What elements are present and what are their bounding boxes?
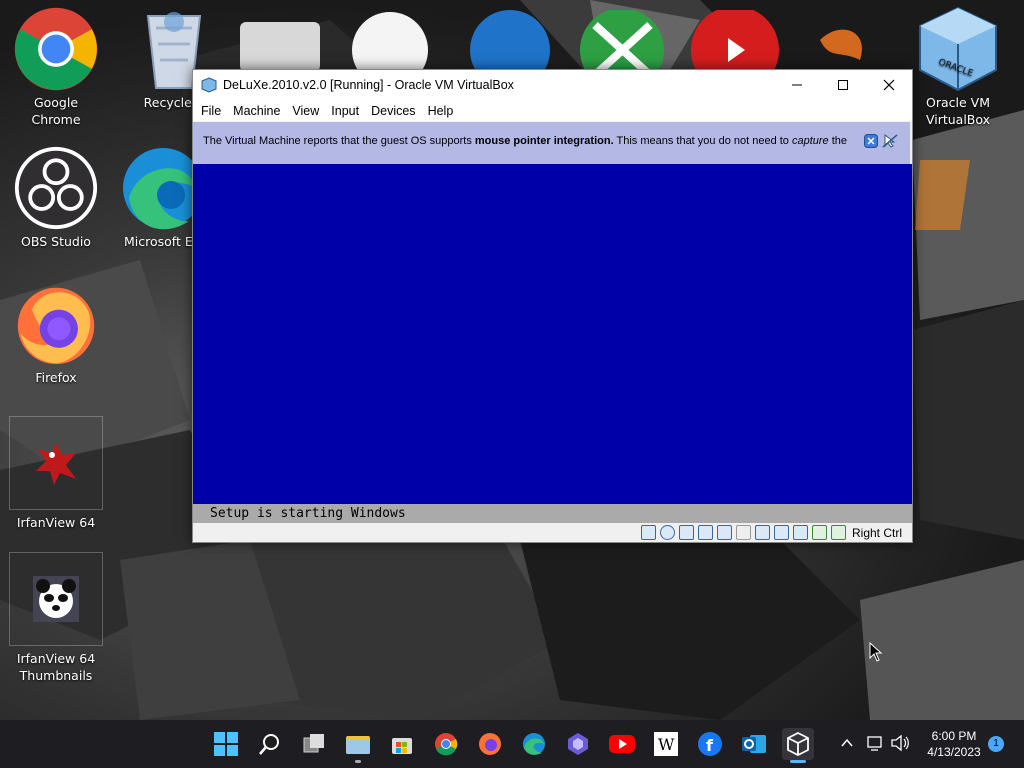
clock-date: 4/13/2023	[927, 745, 981, 759]
taskbar-firefox-button[interactable]	[474, 728, 506, 760]
menu-bar: File Machine View Input Devices Help	[193, 100, 912, 121]
desktop-icon-firefox[interactable]: Firefox	[8, 281, 104, 386]
network-status-icon[interactable]	[866, 734, 884, 752]
volume-icon[interactable]	[890, 734, 910, 752]
clock-time: 6:00 PM	[931, 729, 977, 743]
menu-devices[interactable]: Devices	[365, 104, 421, 118]
facebook-icon: f	[698, 732, 722, 756]
chrome-icon	[13, 6, 99, 92]
menu-file[interactable]: File	[195, 104, 227, 118]
taskbar-virtualbox-button[interactable]	[782, 728, 814, 763]
maximize-button[interactable]	[820, 70, 866, 100]
network-icon[interactable]	[697, 525, 713, 540]
menu-input[interactable]: Input	[325, 104, 365, 118]
desktop-icon-label: Oracle VM VirtualBox	[925, 95, 991, 127]
maximize-icon	[838, 80, 848, 90]
optical-drive-icon[interactable]	[659, 525, 675, 540]
edge-icon	[523, 733, 545, 755]
svg-text:W: W	[658, 735, 675, 754]
keyboard-capture-icon[interactable]	[830, 525, 846, 540]
firefox-icon	[479, 733, 501, 755]
minimize-icon	[792, 84, 802, 86]
recording-icon[interactable]	[773, 525, 789, 540]
background-taskbar-apps-partial	[240, 10, 862, 70]
mouse-integration-notice: The Virtual Machine reports that the gue…	[193, 122, 910, 165]
minimize-button[interactable]	[774, 70, 820, 100]
display-icon[interactable]	[754, 525, 770, 540]
shared-folders-icon[interactable]	[735, 525, 751, 540]
desktop-icon-label: OBS Studio	[21, 234, 91, 249]
firefox-icon	[13, 281, 99, 367]
notice-text: The Virtual Machine reports that the gue…	[203, 135, 848, 147]
host-key-label: Right Ctrl	[851, 525, 902, 540]
facebook-button[interactable]: f	[694, 728, 726, 760]
taskbar-clock[interactable]: 6:00 PM 4/13/2023	[918, 728, 990, 760]
taskbar-edge-button[interactable]	[518, 728, 550, 760]
file-explorer-icon	[346, 736, 370, 754]
search-icon	[259, 734, 279, 755]
desktop-icon-google-chrome[interactable]: Google Chrome	[8, 6, 104, 128]
clipchamp-icon	[568, 733, 588, 755]
mouse-cursor-icon	[869, 642, 883, 662]
chevron-up-icon[interactable]	[840, 736, 854, 750]
taskbar: W f	[0, 720, 1024, 768]
setup-status-text: Setup is starting Windows	[210, 506, 406, 521]
virtualbox-app-icon	[201, 77, 217, 93]
chrome-icon	[435, 733, 458, 756]
mouse-integration-disable-icon[interactable]	[882, 134, 898, 148]
outlook-button[interactable]	[738, 728, 770, 760]
virtualbox-window[interactable]: DeLuXe.2010.v2.0 [Running] - Oracle VM V…	[192, 69, 913, 543]
irfanview-icon	[9, 416, 103, 510]
desktop-icon-label: Firefox	[35, 370, 77, 385]
search-button[interactable]	[254, 728, 286, 760]
vm-status-bar: Right Ctrl	[193, 523, 912, 542]
notice-close-icon[interactable]	[864, 134, 878, 148]
obs-icon	[13, 145, 99, 231]
desktop-icon-obs-studio[interactable]: OBS Studio	[8, 145, 104, 250]
wikipedia-button[interactable]: W	[650, 728, 682, 760]
irfanview-thumbnails-icon	[9, 552, 103, 646]
close-icon	[883, 79, 895, 91]
taskbar-chrome-button[interactable]	[430, 728, 462, 760]
microsoft-store-icon	[392, 738, 412, 754]
mouse-integration-icon[interactable]	[811, 525, 827, 540]
start-icon	[214, 732, 238, 756]
desktop-icon-label: IrfanView 64	[16, 515, 96, 530]
microsoft-store-button[interactable]	[386, 728, 418, 760]
svg-text:f: f	[706, 736, 714, 755]
menu-view[interactable]: View	[286, 104, 325, 118]
task-view-button[interactable]	[298, 728, 330, 760]
youtube-icon	[609, 735, 635, 753]
setup-status-bar: Setup is starting Windows	[193, 504, 912, 523]
notification-badge[interactable]: 1	[988, 736, 1004, 752]
youtube-button[interactable]	[606, 728, 638, 760]
desktop-icon-label: Google Chrome	[31, 95, 81, 127]
audio-icon[interactable]	[678, 525, 694, 540]
start-button[interactable]	[210, 728, 242, 760]
vm-display[interactable]	[193, 164, 912, 504]
task-view-icon	[303, 734, 324, 753]
close-button[interactable]	[866, 70, 912, 100]
clipchamp-button[interactable]	[562, 728, 594, 760]
menu-machine[interactable]: Machine	[227, 104, 286, 118]
window-title: DeLuXe.2010.v2.0 [Running] - Oracle VM V…	[223, 78, 514, 92]
cpu-icon[interactable]	[792, 525, 808, 540]
file-explorer-button[interactable]	[342, 728, 374, 763]
usb-icon[interactable]	[716, 525, 732, 540]
window-titlebar[interactable]: DeLuXe.2010.v2.0 [Running] - Oracle VM V…	[193, 70, 912, 100]
edge-icon	[116, 145, 202, 231]
outlook-icon	[742, 735, 766, 753]
virtualbox-icon	[787, 732, 809, 756]
desktop-icon-label: IrfanView 64 Thumbnails	[16, 651, 96, 683]
desktop-icon-irfanview-thumbnails[interactable]: IrfanView 64 Thumbnails	[8, 552, 104, 684]
hard-disk-icon[interactable]	[640, 525, 656, 540]
desktop-icon-irfanview[interactable]: IrfanView 64	[8, 416, 104, 531]
menu-help[interactable]: Help	[422, 104, 460, 118]
wikipedia-icon: W	[654, 732, 678, 756]
